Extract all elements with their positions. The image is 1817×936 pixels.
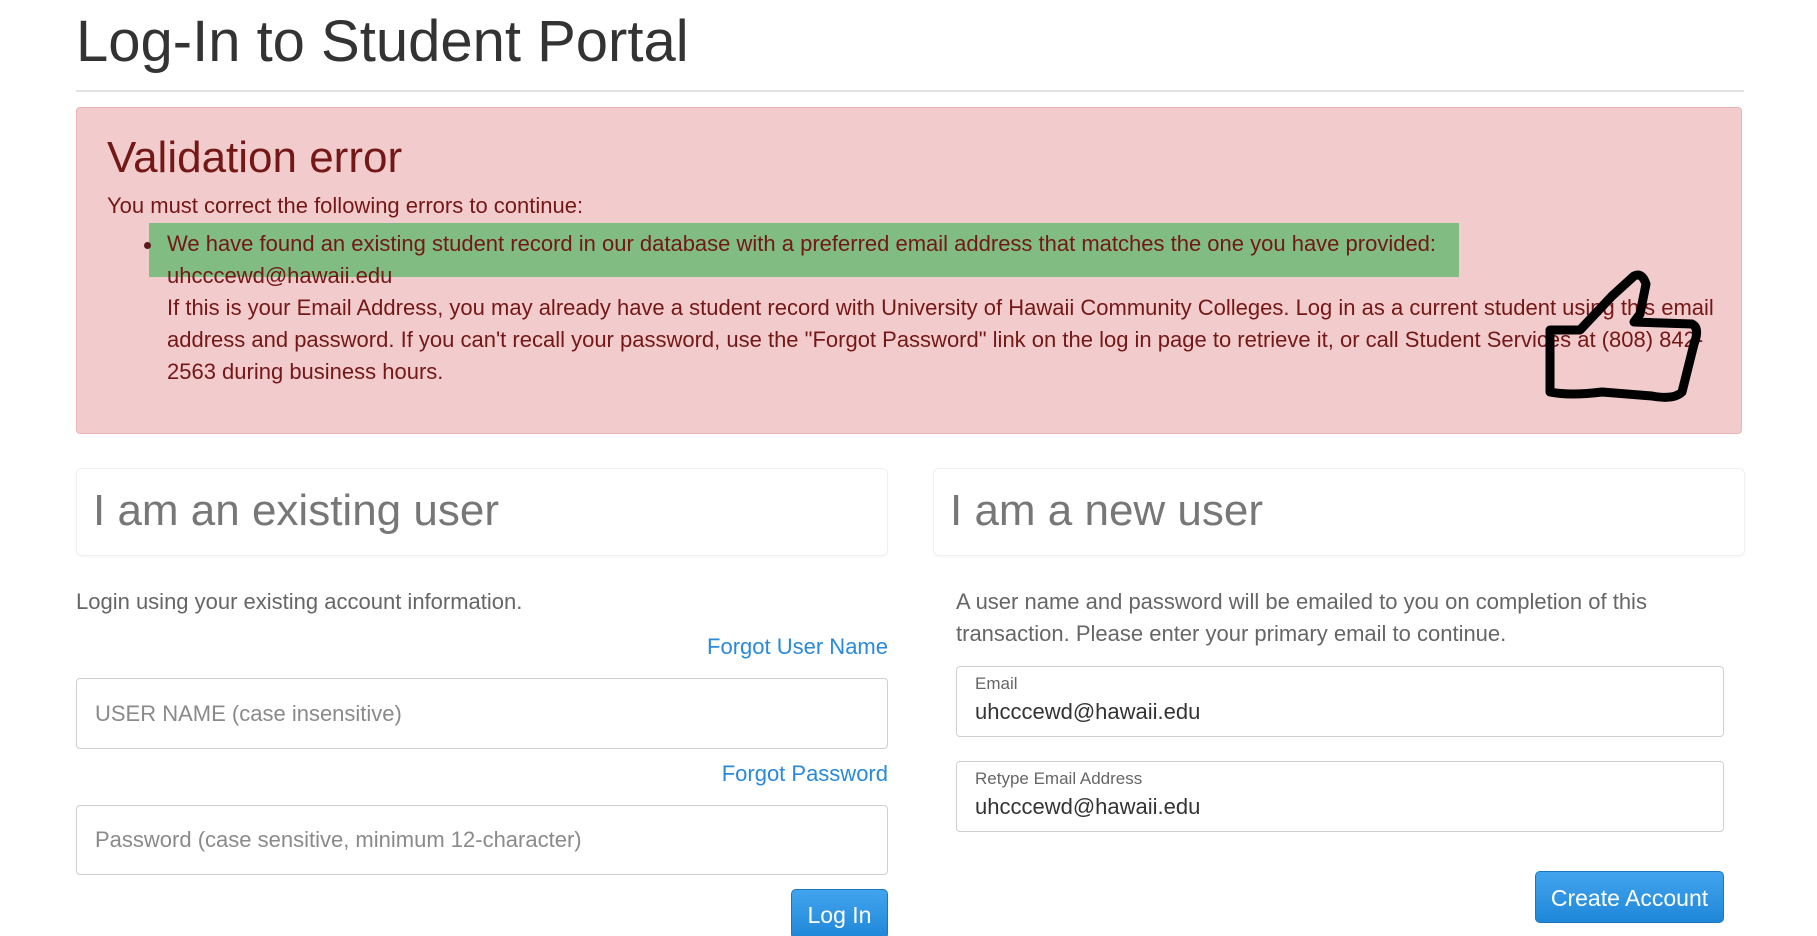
login-button[interactable]: Log In xyxy=(791,889,888,936)
password-input[interactable] xyxy=(76,805,888,875)
alert-error-email: uhcccewd@hawaii.edu xyxy=(167,263,393,288)
alert-heading: Validation error xyxy=(107,133,403,182)
new-user-description: A user name and password will be emailed… xyxy=(956,589,1647,646)
validation-error-alert: Validation error You must correct the fo… xyxy=(76,107,1742,434)
new-user-heading-panel: I am a new user xyxy=(933,468,1745,556)
email-field[interactable]: Email uhcccewd@hawaii.edu xyxy=(956,666,1724,737)
alert-error-list: We have found an existing student record… xyxy=(144,223,1727,388)
alert-error-details: If this is your Email Address, you may a… xyxy=(167,295,1714,384)
email-label: Email xyxy=(975,674,1018,693)
existing-user-description: Login using your existing account inform… xyxy=(76,589,523,614)
login-page: Log-In to Student Portal Validation erro… xyxy=(0,0,1817,936)
alert-error-message: We have found an existing student record… xyxy=(167,231,1437,256)
page-title: Log-In to Student Portal xyxy=(76,9,689,74)
forgot-username-link[interactable]: Forgot User Name xyxy=(707,632,888,662)
existing-user-heading-panel: I am an existing user xyxy=(76,468,888,556)
title-divider xyxy=(76,90,1744,92)
alert-intro: You must correct the following errors to… xyxy=(107,193,584,218)
retype-email-value[interactable]: uhcccewd@hawaii.edu xyxy=(975,793,1200,821)
create-account-button[interactable]: Create Account xyxy=(1535,871,1724,923)
forgot-password-link[interactable]: Forgot Password xyxy=(722,759,888,789)
thumbs-up-icon xyxy=(1545,270,1702,402)
retype-email-label: Retype Email Address xyxy=(975,769,1143,788)
existing-user-heading: I am an existing user xyxy=(93,486,499,535)
bullet-icon xyxy=(144,242,151,249)
email-value[interactable]: uhcccewd@hawaii.edu xyxy=(975,698,1200,726)
new-user-heading: I am a new user xyxy=(950,486,1264,535)
retype-email-field[interactable]: Retype Email Address uhcccewd@hawaii.edu xyxy=(956,761,1724,832)
username-input[interactable] xyxy=(76,678,888,749)
